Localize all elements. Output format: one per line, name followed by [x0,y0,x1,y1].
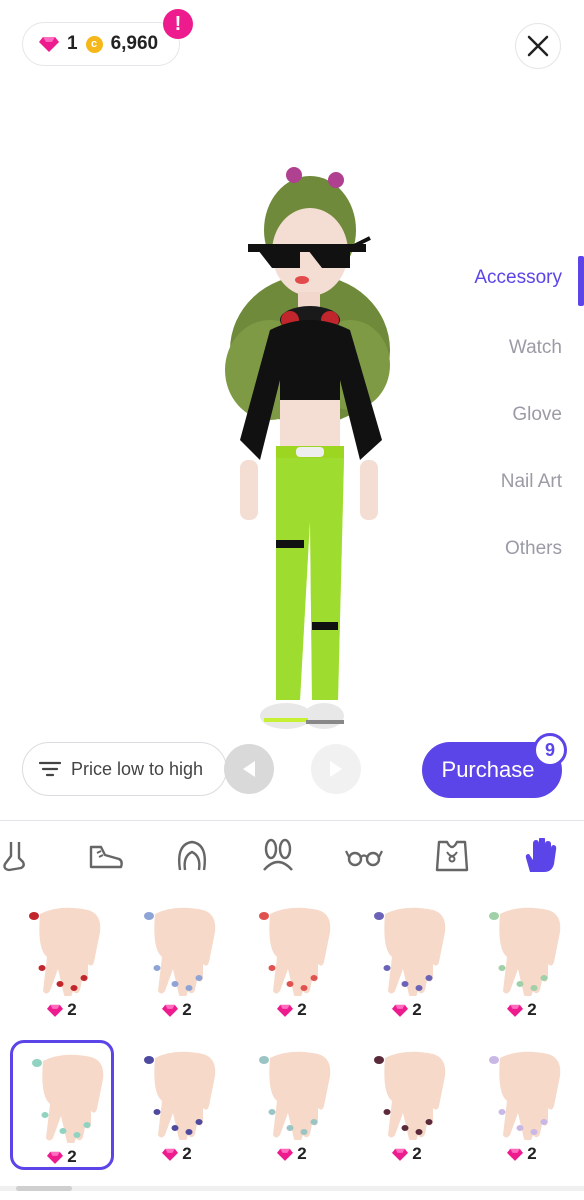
coin-count: 6,960 [110,33,159,54]
hand-thumbnail [259,1051,331,1140]
horizontal-scrollbar[interactable] [0,1186,584,1191]
nail-art-item[interactable]: 2 [240,1040,344,1170]
item-price: 2 [355,1000,459,1020]
alert-badge[interactable]: ! [163,9,193,39]
gem-icon [507,1004,524,1017]
nail-art-item[interactable]: 2 [355,1040,459,1170]
price-value: 2 [527,1000,537,1019]
sort-icon [39,761,61,777]
divider [0,820,584,821]
category-accessory[interactable]: Accessory [474,267,562,289]
scrollbar-thumb[interactable] [16,1186,72,1191]
hand-thumbnail [489,1051,561,1140]
item-price: 2 [125,1144,229,1164]
category-nail-art[interactable]: Nail Art [501,471,562,493]
hand-thumbnail [489,907,561,996]
sneaker-icon[interactable] [84,834,128,878]
gem-icon [47,1151,64,1164]
sort-label: Price low to high [71,758,204,779]
nail-art-item[interactable]: 2 [470,1040,574,1170]
nail-art-item[interactable]: 2 [125,896,229,1026]
item-price: 2 [10,1000,114,1020]
gem-icon [39,37,59,52]
price-value: 2 [297,1144,307,1163]
necklace-icon[interactable] [430,834,474,878]
gem-icon [162,1148,179,1161]
item-price: 2 [470,1000,574,1020]
gem-icon [392,1004,409,1017]
nail-art-item[interactable]: 2 [125,1040,229,1170]
hand-thumbnail [144,907,216,996]
avatar[interactable] [200,160,420,750]
triangle-right-icon [330,761,342,777]
triangle-left-icon [243,761,255,777]
bunny-ears-icon[interactable] [256,834,300,878]
undo-button[interactable] [224,744,274,794]
item-price: 2 [240,1000,344,1020]
price-value: 2 [67,1000,77,1019]
hand-thumbnail [374,1051,446,1140]
gem-count: 1 [67,33,78,54]
price-value: 2 [182,1000,192,1019]
price-value: 2 [412,1000,422,1019]
gem-icon [162,1004,179,1017]
category-watch[interactable]: Watch [509,337,562,359]
hand-thumbnail [259,907,331,996]
sock-icon[interactable] [0,834,40,878]
gem-icon [392,1148,409,1161]
price-value: 2 [412,1144,422,1163]
gem-icon [507,1148,524,1161]
close-icon [527,35,549,57]
price-value: 2 [297,1000,307,1019]
nail-art-item[interactable]: 2 [10,896,114,1026]
gem-icon [277,1004,294,1017]
price-value: 2 [67,1147,77,1166]
active-category-indicator [578,256,584,306]
hand-thumbnail [29,907,101,996]
nail-art-item[interactable]: 2 [240,896,344,1026]
sort-button[interactable]: Price low to high [22,742,227,796]
gem-icon [47,1004,64,1017]
category-glove[interactable]: Glove [512,404,562,426]
hand-thumbnail [32,1054,104,1143]
price-value: 2 [182,1144,192,1163]
item-price: 2 [125,1000,229,1020]
item-price: 2 [355,1144,459,1164]
close-button[interactable] [515,23,561,69]
item-price: 2 [470,1144,574,1164]
glasses-icon[interactable] [342,834,386,878]
hand-thumbnail [374,907,446,996]
item-price: 2 [240,1144,344,1164]
purchase-count-badge: 9 [533,733,567,767]
category-others[interactable]: Others [505,538,562,560]
gem-icon [277,1148,294,1161]
category-icon-strip [0,834,584,882]
nail-art-item[interactable]: 2 [470,896,574,1026]
nail-art-item[interactable]: 2 [10,1040,114,1170]
price-value: 2 [527,1144,537,1163]
nail-art-item[interactable]: 2 [355,896,459,1026]
glove-icon[interactable] [518,834,562,878]
redo-button[interactable] [311,744,361,794]
purchase-label: Purchase [441,757,535,782]
hair-icon[interactable] [170,834,214,878]
item-price: 2 [13,1147,111,1167]
currency-wallet[interactable]: 1 c 6,960 [22,22,180,66]
hand-thumbnail [144,1051,216,1140]
coin-icon: c [85,35,103,53]
